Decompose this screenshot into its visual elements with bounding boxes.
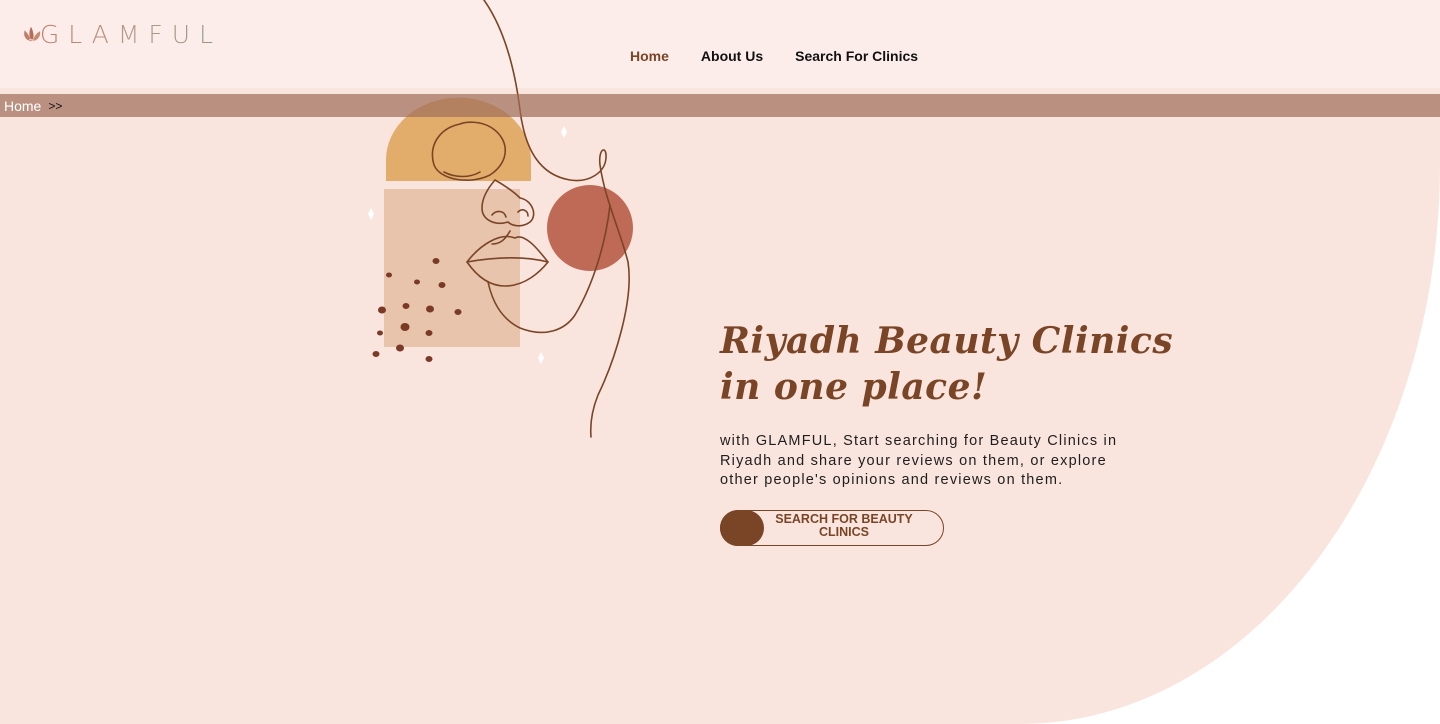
hero-title: Riyadh Beauty Clinics in one place! [720, 318, 1173, 410]
search-clinics-button[interactable]: SEARCH FOR BEAUTY CLINICS [720, 509, 944, 546]
face-line-art-illustration [368, 0, 633, 438]
cta-label: SEARCH FOR BEAUTY CLINICS [775, 511, 913, 539]
hero-description: with GLAMFUL, Start searching for Beauty… [720, 433, 1118, 488]
main-nav: Home About Us Search For Clinics [630, 48, 918, 64]
nav-search-for-clinics[interactable]: Search For Clinics [795, 48, 918, 64]
breadcrumb: Home >> [0, 94, 1440, 117]
hero-section: Riyadh Beauty Clinics in one place! with… [720, 318, 1173, 546]
site-header: GLAMFUL Home About Us Search For Clinics [0, 0, 1440, 88]
breadcrumb-home[interactable]: Home [4, 98, 41, 114]
brand-wordmark: GLAMFUL [39, 19, 222, 49]
cta-circle-decoration [720, 509, 764, 546]
breadcrumb-separator: >> [48, 98, 63, 113]
brand-logo[interactable]: GLAMFUL [22, 12, 222, 56]
terracotta-circle-shape [547, 185, 633, 271]
hero-title-line1: Riyadh Beauty Clinics [720, 320, 1174, 362]
nav-about-us[interactable]: About Us [701, 48, 763, 64]
hero-title-line2: in one place! [720, 366, 988, 408]
